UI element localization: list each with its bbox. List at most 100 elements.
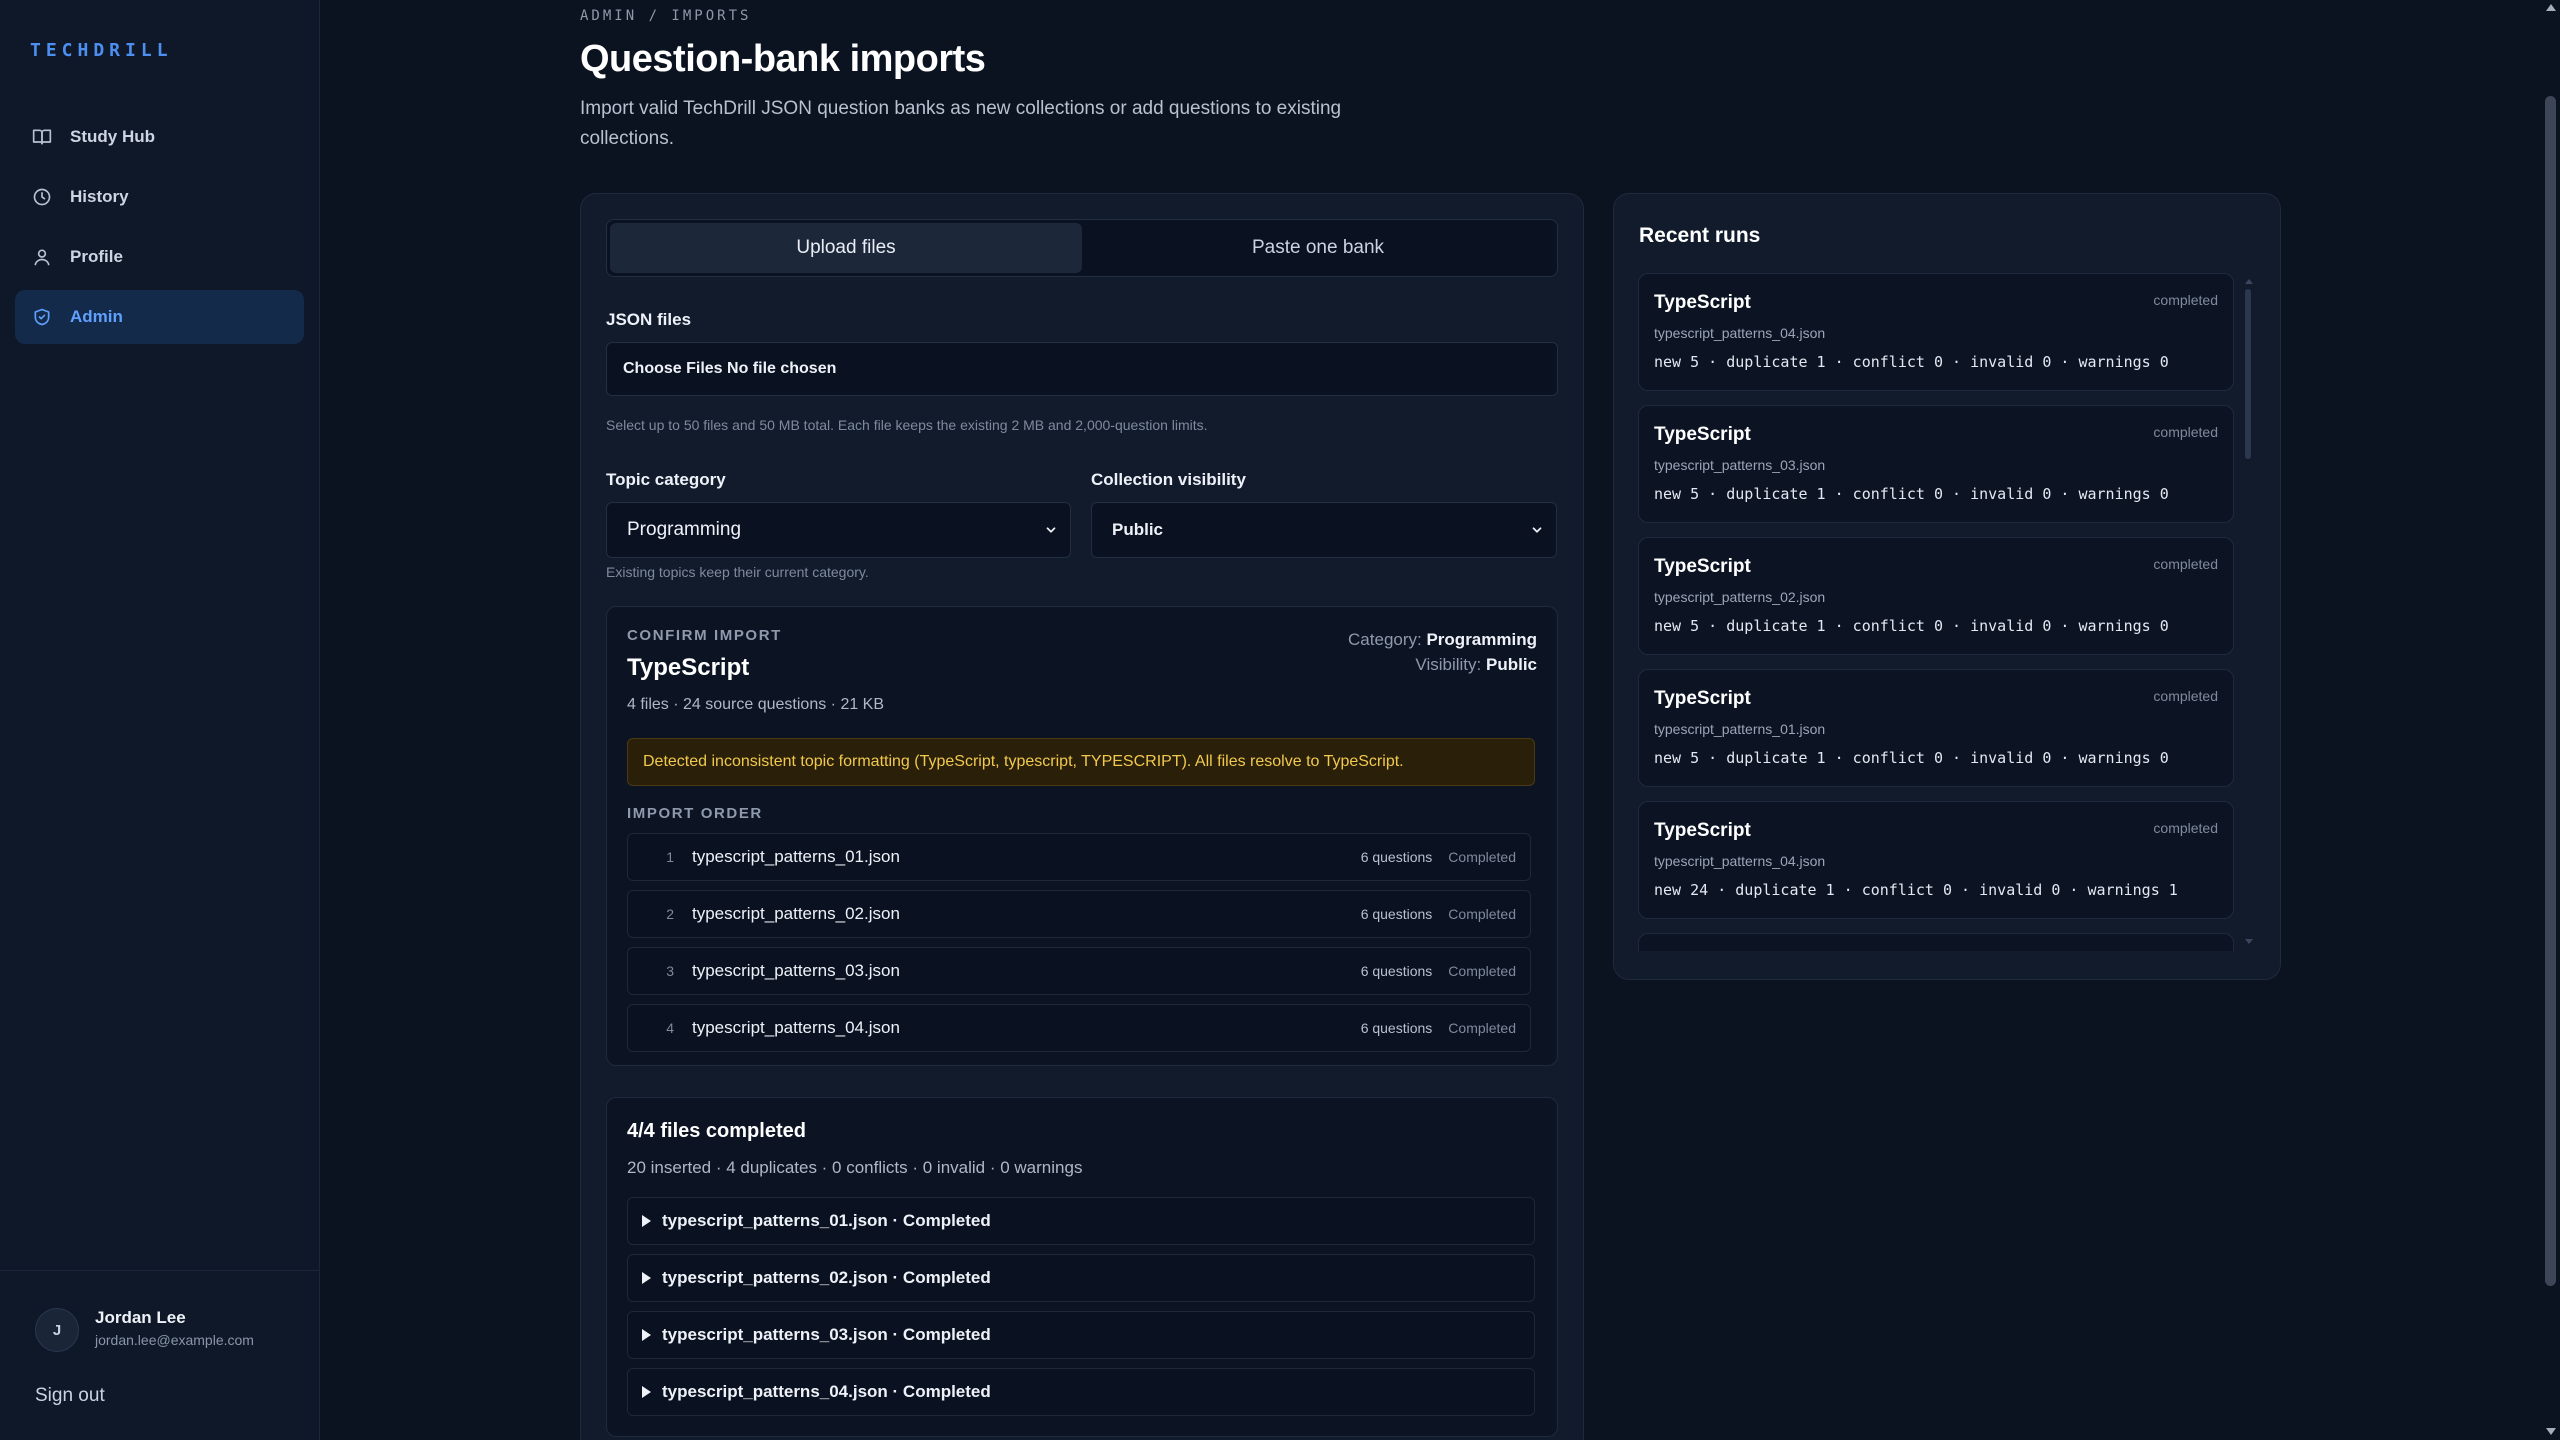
topic-category-select[interactable]: Programming	[606, 502, 1071, 558]
scroll-down-arrow-icon[interactable]	[2546, 1428, 2556, 1435]
order-file-name: typescript_patterns_04.json	[692, 1018, 900, 1037]
sign-out-button[interactable]: Sign out	[35, 1385, 105, 1407]
scrollbar-thumb[interactable]	[2245, 289, 2251, 459]
scroll-up-arrow-icon[interactable]	[2546, 4, 2556, 11]
order-status: Completed	[1448, 906, 1516, 922]
run-stats: new 5 · duplicate 1 · conflict 0 · inval…	[1654, 617, 2169, 635]
result-row-label: typescript_patterns_04.json · Completed	[662, 1382, 991, 1401]
order-status: Completed	[1448, 963, 1516, 979]
file-chooser-input[interactable]: Choose Files No file chosen	[606, 342, 1558, 396]
sidebar-item-label: Profile	[70, 247, 123, 266]
category-summary-value: Programming	[1426, 630, 1537, 649]
run-file: typescript_patterns_04.json	[1654, 325, 1826, 341]
disclosure-triangle-icon	[642, 1386, 651, 1398]
result-row-toggle[interactable]: typescript_patterns_03.json · Completed	[627, 1311, 1535, 1359]
run-card-partial	[1638, 933, 2234, 951]
sidebar-item-label: Study Hub	[70, 127, 155, 146]
visibility-summary-value: Public	[1485, 655, 1537, 674]
order-question-count: 6 questions	[1360, 849, 1433, 865]
run-status: completed	[2153, 820, 2218, 836]
shield-icon	[32, 307, 52, 327]
run-card: TypeScript completed typescript_patterns…	[1638, 801, 2234, 919]
confirm-topic-title: TypeScript	[627, 654, 750, 681]
order-file-name: typescript_patterns_03.json	[692, 961, 900, 980]
order-number: 3	[666, 963, 674, 979]
scroll-up-arrow-icon[interactable]	[2245, 279, 2253, 284]
confirm-settings-summary: Category: Programming Visibility: Public	[1348, 627, 1537, 677]
tab-paste-one-bank[interactable]: Paste one bank	[1082, 223, 1554, 273]
order-file-name: typescript_patterns_02.json	[692, 904, 900, 923]
list-item: 2 typescript_patterns_02.json 6 question…	[627, 890, 1531, 938]
run-topic: TypeScript	[1654, 556, 1751, 577]
run-card: TypeScript completed typescript_patterns…	[1638, 273, 2234, 391]
recent-runs-panel: Recent runs TypeScript completed typescr…	[1613, 193, 2281, 980]
result-row-toggle[interactable]: typescript_patterns_02.json · Completed	[627, 1254, 1535, 1302]
order-number: 2	[666, 906, 674, 922]
sidebar-item-study-hub[interactable]: Study Hub	[15, 110, 304, 164]
recent-runs-list[interactable]: TypeScript completed typescript_patterns…	[1638, 273, 2234, 951]
order-number: 4	[666, 1020, 674, 1036]
sidebar-item-admin[interactable]: Admin	[15, 290, 304, 344]
run-file: typescript_patterns_02.json	[1654, 589, 1826, 605]
topic-format-warning: Detected inconsistent topic formatting (…	[627, 738, 1535, 786]
recent-runs-scrollbar[interactable]	[2245, 279, 2253, 944]
avatar[interactable]: J	[35, 1308, 79, 1352]
run-card: TypeScript completed typescript_patterns…	[1638, 669, 2234, 787]
run-file: typescript_patterns_04.json	[1654, 853, 1826, 869]
run-status: completed	[2153, 292, 2218, 308]
confirm-meta: 4 files · 24 source questions · 21 KB	[627, 696, 885, 713]
breadcrumb: ADMIN / IMPORTS	[580, 8, 752, 24]
json-files-label: JSON files	[606, 310, 692, 329]
category-hint: Existing topics keep their current categ…	[606, 564, 869, 580]
category-summary-label: Category:	[1348, 630, 1422, 649]
tab-upload-files[interactable]: Upload files	[610, 223, 1082, 273]
visibility-summary-label: Visibility:	[1415, 655, 1482, 674]
sidebar-item-profile[interactable]: Profile	[15, 230, 304, 284]
run-stats: new 24 · duplicate 1 · conflict 0 · inva…	[1654, 881, 2178, 899]
run-file: typescript_patterns_01.json	[1654, 721, 1826, 737]
run-status: completed	[2153, 424, 2218, 440]
sidebar: TECHDRILL Study Hub History Profile Admi…	[0, 0, 320, 1440]
topic-category-value: Programming	[627, 519, 742, 540]
user-name: Jordan Lee	[95, 1308, 186, 1327]
run-file: typescript_patterns_03.json	[1654, 457, 1826, 473]
import-mode-tabs: Upload files Paste one bank	[606, 219, 1558, 277]
list-item: 3 typescript_patterns_03.json 6 question…	[627, 947, 1531, 995]
sidebar-item-label: Admin	[70, 307, 123, 326]
chevron-down-icon	[1532, 527, 1542, 533]
confirm-import-kicker: CONFIRM IMPORT	[627, 627, 782, 644]
run-stats: new 5 · duplicate 1 · conflict 0 · inval…	[1654, 485, 2169, 503]
order-status: Completed	[1448, 1020, 1516, 1036]
chevron-down-icon	[1046, 527, 1056, 533]
result-row-toggle[interactable]: typescript_patterns_01.json · Completed	[627, 1197, 1535, 1245]
order-number: 1	[666, 849, 674, 865]
topic-category-label: Topic category	[606, 470, 726, 489]
user-icon	[32, 247, 52, 267]
page-title: Question-bank imports	[580, 38, 986, 80]
result-row-label: typescript_patterns_01.json · Completed	[662, 1211, 991, 1230]
result-row-label: typescript_patterns_02.json · Completed	[662, 1268, 991, 1287]
disclosure-triangle-icon	[642, 1329, 651, 1341]
sidebar-nav: Study Hub History Profile Admin	[15, 110, 304, 350]
list-item: 4 typescript_patterns_04.json 6 question…	[627, 1004, 1531, 1052]
collection-visibility-value: Public	[1112, 520, 1164, 539]
brand-logo[interactable]: TECHDRILL	[30, 40, 173, 61]
user-email: jordan.lee@example.com	[95, 1332, 254, 1348]
disclosure-triangle-icon	[642, 1272, 651, 1284]
scrollbar-thumb[interactable]	[2545, 96, 2556, 1286]
run-topic: TypeScript	[1654, 292, 1751, 313]
page-scrollbar[interactable]	[2541, 0, 2560, 1440]
results-title: 4/4 files completed	[627, 1120, 806, 1142]
import-order-list: 1 typescript_patterns_01.json 6 question…	[627, 833, 1531, 1061]
result-row-label: typescript_patterns_03.json · Completed	[662, 1325, 991, 1344]
collection-visibility-select[interactable]: Public	[1091, 502, 1557, 558]
run-stats: new 5 · duplicate 1 · conflict 0 · inval…	[1654, 749, 2169, 767]
confirm-import-card: CONFIRM IMPORT TypeScript 4 files · 24 s…	[606, 606, 1558, 1066]
result-row-toggle[interactable]: typescript_patterns_04.json · Completed	[627, 1368, 1535, 1416]
scroll-down-arrow-icon[interactable]	[2245, 939, 2253, 944]
page-description: Import valid TechDrill JSON question ban…	[580, 98, 1342, 149]
run-topic: TypeScript	[1654, 688, 1751, 709]
results-summary: 20 inserted · 4 duplicates · 0 conflicts…	[627, 1158, 1083, 1177]
book-icon	[32, 127, 52, 147]
sidebar-item-history[interactable]: History	[15, 170, 304, 224]
